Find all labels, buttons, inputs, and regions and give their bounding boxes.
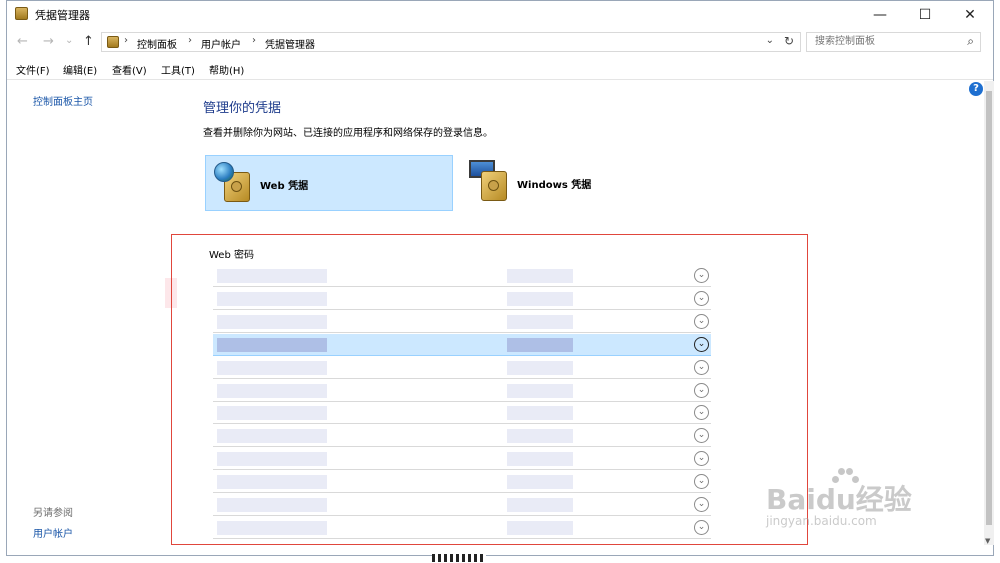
control-panel-icon bbox=[107, 36, 119, 48]
credential-user-redacted bbox=[507, 315, 573, 329]
credential-row[interactable]: ⌄ bbox=[213, 334, 711, 356]
credential-user-redacted bbox=[507, 498, 573, 512]
credential-user-redacted bbox=[507, 384, 573, 398]
menu-bar: 文件(F) 编辑(E) 查看(V) 工具(T) 帮助(H) bbox=[7, 60, 993, 78]
menu-divider bbox=[7, 79, 993, 80]
help-icon[interactable]: ? bbox=[969, 82, 983, 96]
vault-icon bbox=[481, 171, 507, 201]
breadcrumb-user-accounts[interactable]: 用户帐户 bbox=[201, 36, 241, 51]
globe-icon bbox=[214, 162, 234, 182]
address-bar[interactable]: › 控制面板 › 用户帐户 › 凭据管理器 ⌄ ↻ bbox=[101, 32, 801, 52]
breadcrumb-control-panel[interactable]: 控制面板 bbox=[137, 36, 177, 51]
search-box[interactable]: ⌕ bbox=[806, 32, 981, 52]
credential-name-redacted bbox=[217, 475, 327, 489]
breadcrumb-separator: › bbox=[124, 35, 128, 46]
refresh-icon[interactable]: ↻ bbox=[784, 34, 794, 48]
credential-name-redacted bbox=[217, 315, 327, 329]
credential-name-redacted bbox=[217, 338, 327, 352]
minimize-button[interactable]: — bbox=[857, 1, 903, 28]
credential-row[interactable]: ⌄ bbox=[213, 494, 711, 516]
menu-tools[interactable]: 工具(T) bbox=[161, 62, 195, 77]
credential-user-redacted bbox=[507, 521, 573, 535]
credential-name-redacted bbox=[217, 498, 327, 512]
see-also-heading: 另请参阅 bbox=[33, 508, 73, 519]
vertical-scrollbar[interactable]: ▼ bbox=[984, 81, 994, 545]
web-credentials-label: Web 凭据 bbox=[260, 181, 309, 192]
navigation-bar: ← → ⌄ ↑ › 控制面板 › 用户帐户 › 凭据管理器 ⌄ ↻ ⌕ bbox=[7, 31, 993, 55]
credential-user-redacted bbox=[507, 361, 573, 375]
credential-name-redacted bbox=[217, 361, 327, 375]
watermark-url: jingyan.baidu.com bbox=[766, 514, 877, 528]
expand-chevron-icon[interactable]: ⌄ bbox=[694, 268, 709, 283]
sidebar-control-panel-home-link[interactable]: 控制面板主页 bbox=[33, 93, 93, 108]
credential-row[interactable]: ⌄ bbox=[213, 402, 711, 424]
credential-row[interactable]: ⌄ bbox=[213, 380, 711, 402]
baidu-jingyan-watermark: Baidu经验 jingyan.baidu.com bbox=[766, 468, 966, 530]
credential-row[interactable]: ⌄ bbox=[213, 517, 711, 539]
scrollbar-thumb[interactable] bbox=[986, 91, 992, 525]
expand-chevron-icon[interactable]: ⌄ bbox=[694, 383, 709, 398]
credential-row[interactable]: ⌄ bbox=[213, 471, 711, 493]
expand-chevron-icon[interactable]: ⌄ bbox=[694, 428, 709, 443]
maximize-button[interactable]: ☐ bbox=[902, 1, 948, 28]
credential-name-redacted bbox=[217, 452, 327, 466]
web-credentials-tile[interactable]: Web 凭据 bbox=[205, 155, 453, 211]
web-passwords-heading: Web 密码 bbox=[209, 250, 254, 261]
forward-arrow-icon[interactable]: → bbox=[43, 34, 54, 49]
breadcrumb-separator: › bbox=[252, 35, 256, 46]
address-dropdown-icon[interactable]: ⌄ bbox=[766, 35, 774, 46]
windows-credentials-label: Windows 凭据 bbox=[517, 180, 592, 191]
expand-chevron-icon[interactable]: ⌄ bbox=[694, 291, 709, 306]
menu-edit[interactable]: 编辑(E) bbox=[63, 62, 97, 77]
windows-credentials-tile[interactable]: Windows 凭据 bbox=[463, 155, 711, 211]
credential-user-redacted bbox=[507, 292, 573, 306]
expand-chevron-icon[interactable]: ⌄ bbox=[694, 474, 709, 489]
credential-name-redacted bbox=[217, 292, 327, 306]
breadcrumb-separator: › bbox=[188, 35, 192, 46]
recent-locations-icon[interactable]: ⌄ bbox=[65, 35, 73, 46]
search-icon[interactable]: ⌕ bbox=[967, 34, 974, 49]
credential-user-redacted bbox=[507, 452, 573, 466]
breadcrumb-credential-manager[interactable]: 凭据管理器 bbox=[265, 36, 315, 51]
credential-row[interactable]: ⌄ bbox=[213, 357, 711, 379]
credential-name-redacted bbox=[217, 429, 327, 443]
expand-chevron-icon[interactable]: ⌄ bbox=[694, 337, 709, 352]
expand-chevron-icon[interactable]: ⌄ bbox=[694, 451, 709, 466]
close-button[interactable]: ✕ bbox=[947, 1, 993, 28]
expand-chevron-icon[interactable]: ⌄ bbox=[694, 405, 709, 420]
cursor-artifact bbox=[432, 554, 486, 562]
page-description: 查看并删除你为网站、已连接的应用程序和网络保存的登录信息。 bbox=[203, 128, 493, 139]
credential-user-redacted bbox=[507, 429, 573, 443]
search-input[interactable] bbox=[813, 35, 957, 48]
expand-chevron-icon[interactable]: ⌄ bbox=[694, 314, 709, 329]
credential-name-redacted bbox=[217, 269, 327, 283]
credential-user-redacted bbox=[507, 406, 573, 420]
expand-chevron-icon[interactable]: ⌄ bbox=[694, 520, 709, 535]
expand-chevron-icon[interactable]: ⌄ bbox=[694, 497, 709, 512]
credential-name-redacted bbox=[217, 384, 327, 398]
credential-row[interactable]: ⌄ bbox=[213, 425, 711, 447]
menu-view[interactable]: 查看(V) bbox=[112, 62, 147, 77]
credential-name-redacted bbox=[217, 406, 327, 420]
expand-chevron-icon[interactable]: ⌄ bbox=[694, 360, 709, 375]
credential-row[interactable]: ⌄ bbox=[213, 265, 711, 287]
watermark-brand: Baidu经验 bbox=[766, 483, 912, 516]
page-title: 管理你的凭据 bbox=[203, 101, 282, 116]
up-arrow-icon[interactable]: ↑ bbox=[83, 34, 94, 49]
menu-help[interactable]: 帮助(H) bbox=[209, 62, 244, 77]
credential-user-redacted bbox=[507, 475, 573, 489]
credential-user-redacted bbox=[507, 269, 573, 283]
credential-manager-icon bbox=[15, 7, 28, 20]
see-also-user-accounts-link[interactable]: 用户帐户 bbox=[33, 525, 73, 540]
window-title: 凭据管理器 bbox=[35, 9, 90, 22]
credential-row[interactable]: ⌄ bbox=[213, 448, 711, 470]
credential-row[interactable]: ⌄ bbox=[213, 311, 711, 333]
menu-file[interactable]: 文件(F) bbox=[16, 62, 50, 77]
title-bar[interactable]: 凭据管理器 — ☐ ✕ bbox=[7, 1, 993, 28]
back-arrow-icon[interactable]: ← bbox=[17, 34, 28, 49]
credential-name-redacted bbox=[217, 521, 327, 535]
scroll-down-arrow-icon[interactable]: ▼ bbox=[985, 537, 990, 545]
credential-user-redacted bbox=[507, 338, 573, 352]
credential-row[interactable]: ⌄ bbox=[213, 288, 711, 310]
